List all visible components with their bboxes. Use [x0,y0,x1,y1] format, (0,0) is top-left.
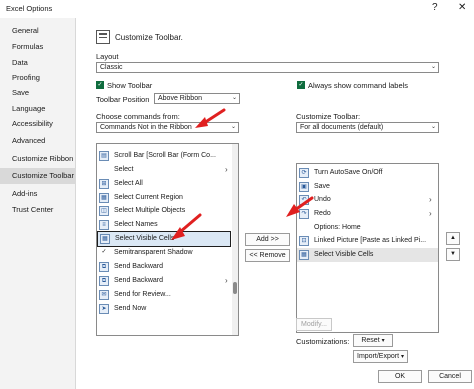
list-item[interactable]: Select › [97,163,233,177]
list-item[interactable]: ➤ Send Now [97,302,233,316]
check-mark-icon: ✓ [101,249,107,255]
chevron-right-icon: › [225,165,228,174]
list-item[interactable]: ⊡ Linked Picture [Paste as Linked Pi... [297,234,438,248]
list-item[interactable]: ⧉ Send Backward › [97,274,233,288]
page-title: Customize Toolbar. [115,33,183,42]
send-backward-icon: ⧉ [99,276,109,286]
reset-button[interactable]: Reset ▾ [353,334,393,347]
layout-select[interactable]: Classic ⌄ [96,62,439,73]
always-show-labels-checkbox[interactable]: ✓ [297,81,305,89]
chevron-down-icon: ⌄ [430,124,436,130]
customize-toolbar-label: Customize Toolbar: [296,112,361,121]
select-visible-cells-icon: ▦ [100,234,110,244]
nav-item-customize-ribbon[interactable]: Customize Ribbon [0,151,76,167]
list-item[interactable]: ↷ Redo › [297,207,438,221]
list-item[interactable]: ▤ Scroll Bar [Scroll Bar (Form Co... [97,149,233,163]
list-item[interactable]: Options: Home [297,221,438,235]
help-button[interactable]: ? [432,2,438,14]
nav-item-save[interactable]: Save [0,85,76,101]
show-toolbar-checkbox[interactable]: ✓ [96,81,104,89]
list-item[interactable]: ↶ Undo › [297,193,438,207]
nav-item-proofing[interactable]: Proofing [0,70,76,86]
nav-item-accessibility[interactable]: Accessibility [0,116,76,132]
list-item[interactable]: ▣ Save [297,180,438,194]
left-list-scrollbar[interactable] [232,144,238,335]
save-icon: ▣ [299,182,309,192]
chevron-down-icon: ⌄ [230,124,236,130]
title-bar: Excel Options ? ✕ [0,0,474,18]
move-up-button[interactable]: ▲ [446,232,460,245]
list-item[interactable]: ≡ Select Names [97,218,233,232]
ok-button[interactable]: OK [378,370,422,383]
redo-icon: ↷ [299,209,309,219]
nav-item-language[interactable]: Language [0,101,76,117]
close-button[interactable]: ✕ [458,2,466,14]
remove-button[interactable]: << Remove [245,249,290,262]
scroll-thumb[interactable] [233,282,237,294]
send-review-icon: ✉ [99,290,109,300]
list-item[interactable]: ⊞ Select All [97,177,233,191]
cancel-button[interactable]: Cancel [428,370,472,383]
always-show-labels-label: Always show command labels [308,81,409,90]
available-commands-list[interactable]: ▤ Scroll Bar [Scroll Bar (Form Co... Sel… [96,143,239,336]
list-item-selected[interactable]: ▦ Select Visible Cells [97,231,231,247]
linked-picture-icon: ⊡ [299,236,309,246]
modify-button[interactable]: Modify... [296,318,332,331]
move-down-button[interactable]: ▼ [446,248,460,261]
chevron-down-icon: ⌄ [231,95,237,101]
nav-item-advanced[interactable]: Advanced [0,133,76,149]
toolbar-position-select[interactable]: Above Ribbon ⌄ [154,93,240,104]
list-item[interactable]: ◫ Select Multiple Objects [97,204,233,218]
chevron-down-icon: ⌄ [430,64,436,70]
chevron-down-icon: ▾ [381,338,385,344]
chevron-right-icon: › [429,209,432,218]
undo-icon: ↶ [299,195,309,205]
nav-item-customize-toolbar[interactable]: Customize Toolbar [0,168,76,184]
chevron-right-icon: › [429,195,432,204]
customize-toolbar-value: For all documents (default) [300,124,384,131]
list-item[interactable]: ⟳ Turn AutoSave On/Off [297,166,438,180]
nav-item-add-ins[interactable]: Add-ins [0,186,76,202]
chevron-down-icon: ▾ [400,354,404,360]
toolbar-commands-list[interactable]: ⟳ Turn AutoSave On/Off ▣ Save ↶ Undo › ↷… [296,163,439,333]
add-button[interactable]: Add >> [245,233,290,246]
select-objects-icon: ◫ [99,206,109,216]
select-names-icon: ≡ [99,220,109,230]
chevron-right-icon: › [225,276,228,285]
select-visible-cells-icon: ▦ [299,250,309,260]
select-all-icon: ⊞ [99,179,109,189]
autosave-icon: ⟳ [299,168,309,178]
list-item[interactable]: ✓ Semitransparent Shadow [97,246,233,260]
customizations-label: Customizations: [296,337,350,346]
list-item[interactable]: ⧉ Send Backward [97,260,233,274]
toolbar-position-value: Above Ribbon [158,95,202,102]
list-item[interactable]: ▦ Select Current Region [97,191,233,205]
nav-item-general[interactable]: General [0,23,76,39]
toolbar-icon [96,30,110,44]
customize-toolbar-panel: Customize Toolbar. Layout Classic ⌄ ✓ Sh… [76,18,474,389]
choose-commands-value: Commands Not in the Ribbon [100,124,192,131]
toolbar-position-label: Toolbar Position [96,95,150,104]
nav-item-formulas[interactable]: Formulas [0,39,76,55]
list-item[interactable]: ✉ Send for Review... [97,288,233,302]
send-now-icon: ➤ [99,304,109,314]
scrollbar-icon: ▤ [99,151,109,161]
window-title: Excel Options [6,4,53,13]
choose-commands-select[interactable]: Commands Not in the Ribbon ⌄ [96,122,239,133]
list-item-highlighted[interactable]: ▦ Select Visible Cells [297,248,438,262]
customize-toolbar-select[interactable]: For all documents (default) ⌄ [296,122,439,133]
select-region-icon: ▦ [99,193,109,203]
layout-value: Classic [100,64,123,71]
layout-label: Layout [96,52,119,61]
send-backward-icon: ⧉ [99,262,109,272]
options-nav: General Formulas Data Proofing Save Lang… [0,18,76,389]
nav-item-data[interactable]: Data [0,55,76,71]
import-export-button[interactable]: Import/Export ▾ [353,350,408,363]
show-toolbar-label: Show Toolbar [107,81,153,90]
nav-item-trust-center[interactable]: Trust Center [0,202,76,218]
choose-commands-label: Choose commands from: [96,112,180,121]
